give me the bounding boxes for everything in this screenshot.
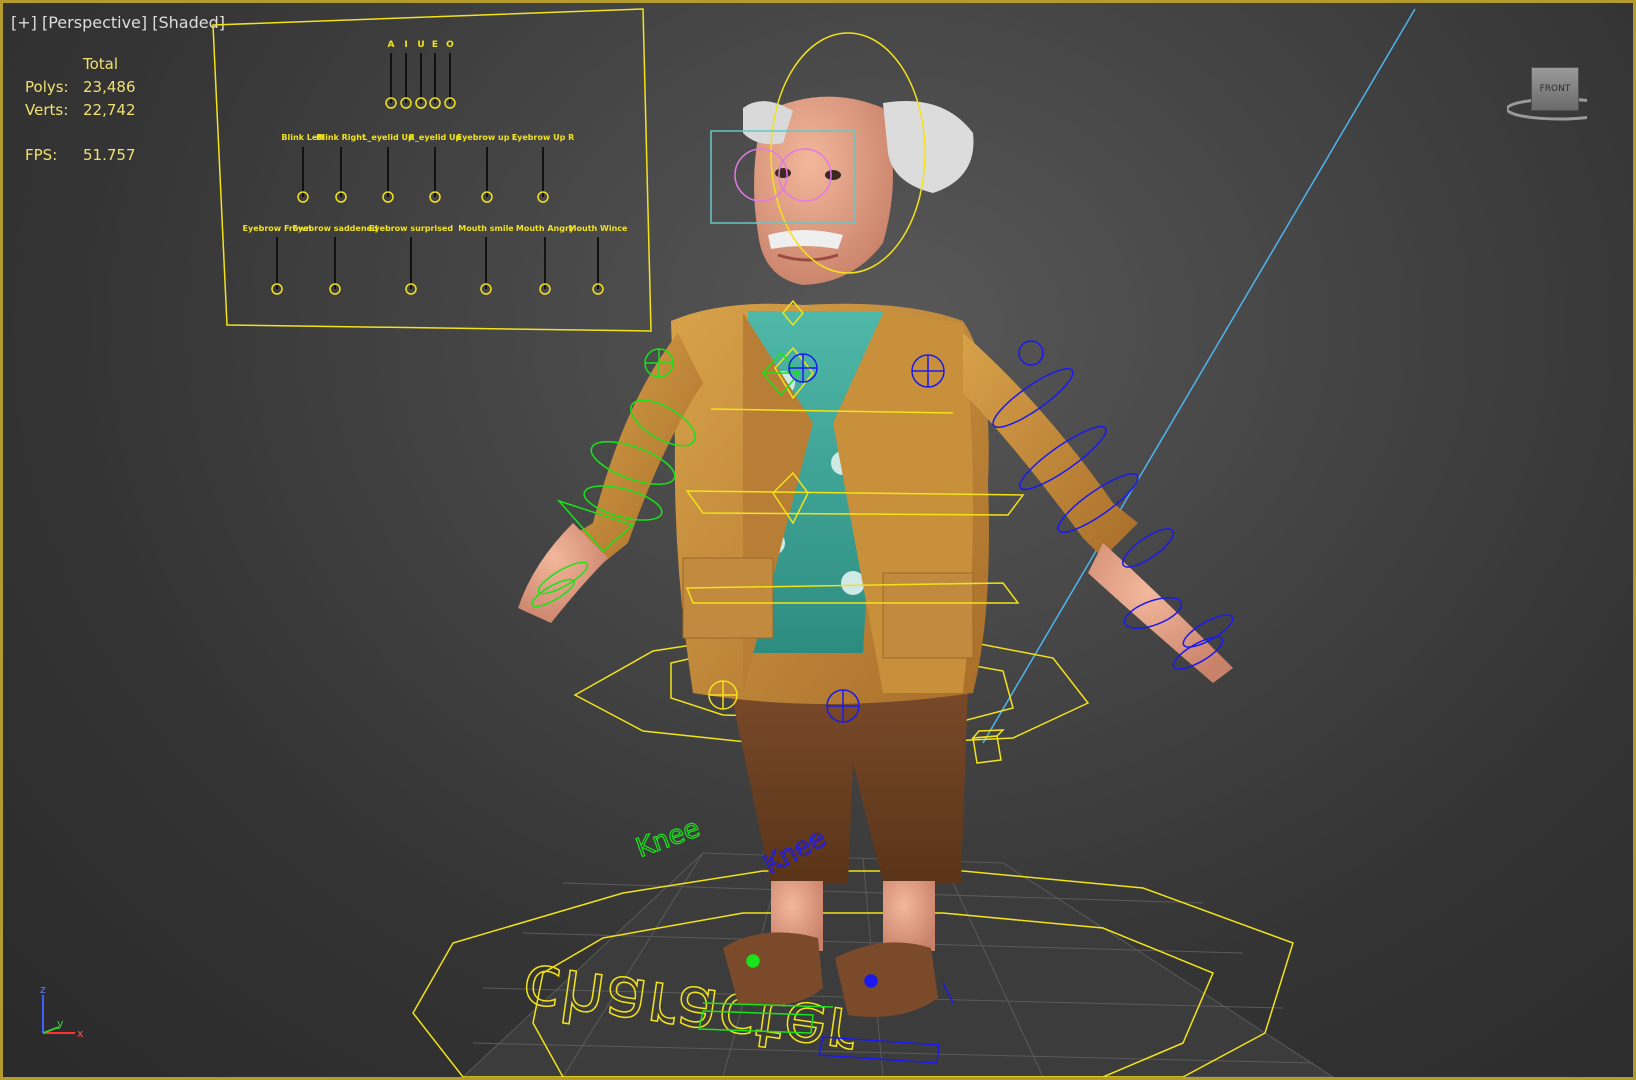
eye-slider[interactable]: L_eyelid Up [362, 133, 414, 203]
eye-slider-label: R_eyelid Up [409, 133, 462, 142]
eye-slider[interactable]: Blink Right [316, 133, 366, 203]
scene-canvas[interactable]: AIUEO Blink LeftBlink RightL_eyelid UpR_… [3, 3, 1633, 1077]
character-legs [723, 683, 968, 1017]
light-target-line[interactable] [982, 8, 1416, 744]
mouth-slider[interactable]: Eyebrow Frown [243, 224, 312, 295]
eye-slider[interactable]: Eyebrow up L [457, 133, 518, 203]
character-head [743, 96, 974, 285]
svg-text:Knee: Knee [632, 813, 704, 864]
perspective-viewport[interactable]: [+] [Perspective] [Shaded] Total Polys: … [0, 0, 1636, 1080]
mouth-slider-label: Mouth Angry [516, 224, 575, 233]
viseme-slider[interactable]: A [385, 40, 397, 109]
eye-slider[interactable]: Eyebrow Up R [512, 133, 575, 203]
mouth-slider-label: Mouth Wince [569, 224, 628, 233]
mouth-slider[interactable]: Mouth smile [458, 224, 514, 295]
mouth-slider[interactable]: Eyebrow saddened [292, 224, 378, 295]
mouth-slider-label: Eyebrow saddened [292, 224, 378, 233]
viseme-slider[interactable]: I [400, 40, 412, 109]
viseme-slider[interactable]: U [415, 40, 427, 109]
axis-z-label: z [40, 983, 46, 996]
axis-tripod-icon: z y x [40, 983, 84, 1040]
viseme-slider-label: A [388, 40, 395, 50]
mouth-sliders[interactable]: Eyebrow FrownEyebrow saddenedEyebrow sur… [243, 224, 628, 295]
character-torso [671, 303, 989, 704]
eye-slider[interactable]: Blink Left [281, 133, 325, 203]
viseme-sliders[interactable]: AIUEO [385, 40, 456, 109]
eye-slider-label: Eyebrow Up R [512, 133, 575, 142]
viseme-slider[interactable]: E [429, 40, 441, 109]
viseme-slider[interactable]: O [444, 40, 456, 109]
viseme-slider-label: I [404, 40, 407, 50]
eye-sliders[interactable]: Blink LeftBlink RightL_eyelid UpR_eyelid… [281, 133, 575, 203]
viseme-slider-label: E [432, 40, 438, 50]
viewcube[interactable]: FRONT [1505, 59, 1613, 129]
axis-y-label: y [57, 1017, 64, 1030]
eye-slider-label: Blink Right [316, 133, 366, 142]
viewcube-front-face[interactable]: FRONT [1531, 67, 1579, 111]
mouth-slider[interactable]: Eyebrow surprised [369, 224, 453, 295]
viseme-slider-label: O [446, 40, 454, 50]
eye-slider[interactable]: R_eyelid Up [409, 133, 462, 203]
viseme-slider-label: U [417, 40, 424, 50]
axis-x-label: x [77, 1027, 84, 1040]
facial-control-panel[interactable]: AIUEO Blink LeftBlink RightL_eyelid UpR_… [212, 8, 652, 332]
left-knee-pole[interactable]: Knee [631, 813, 704, 865]
eye-slider-label: L_eyelid Up [362, 133, 414, 142]
mouth-slider-label: Eyebrow surprised [369, 224, 453, 233]
mouth-slider[interactable]: Mouth Angry [516, 224, 575, 295]
mouth-slider-label: Mouth smile [458, 224, 514, 233]
eye-slider-label: Eyebrow up L [457, 133, 518, 142]
mouth-slider[interactable]: Mouth Wince [569, 224, 628, 295]
